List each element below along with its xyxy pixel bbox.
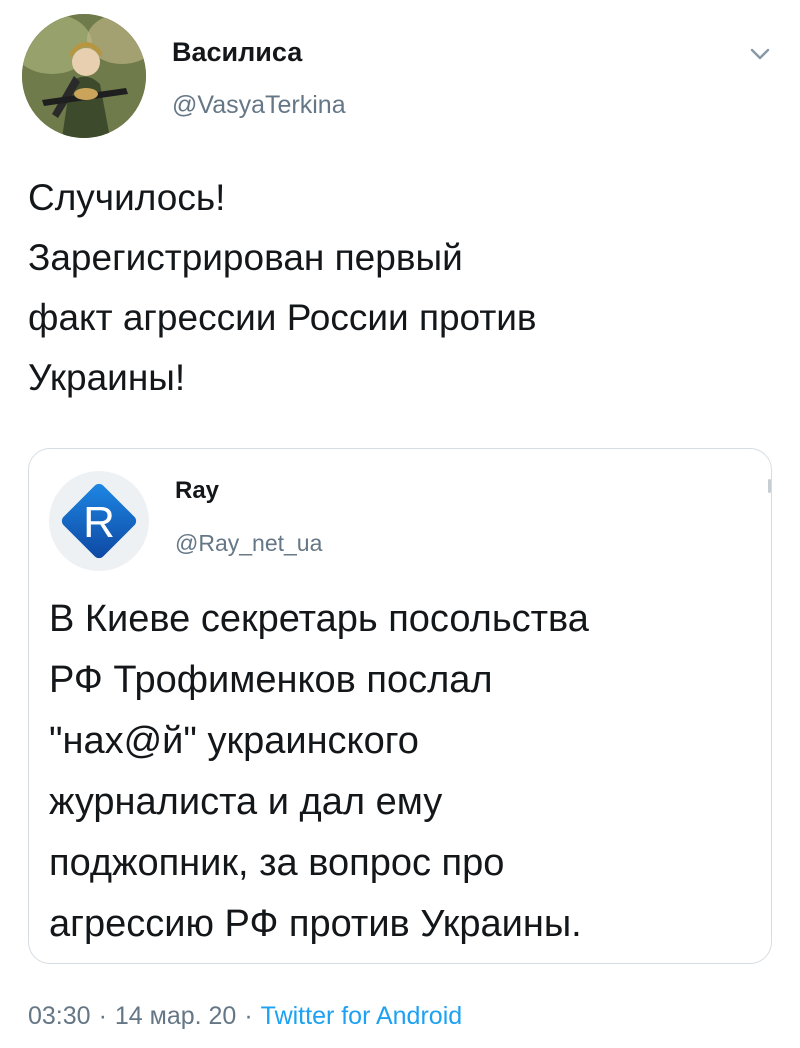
avatar-image <box>22 14 146 138</box>
meta-separator: · <box>98 1002 107 1030</box>
svg-text:R: R <box>83 498 115 547</box>
ray-logo-icon: R <box>49 471 149 571</box>
tweet-text-line: Украины! <box>28 357 186 398</box>
quoted-tweet[interactable]: R Ray @Ray_net_ua В Киеве секретарь посо… <box>28 448 772 964</box>
quoted-text-line: В Киеве секретарь посольства <box>49 598 589 640</box>
quoted-text-line: агрессию РФ против Украины. <box>49 903 582 945</box>
meta-separator: · <box>244 1002 253 1030</box>
author-name[interactable]: Василиса <box>172 36 346 68</box>
quoted-author-block[interactable]: Ray @Ray_net_ua <box>175 477 322 557</box>
quoted-text-line: журналиста и дал ему <box>49 781 443 823</box>
quoted-text-line: поджопник, за вопрос про <box>49 842 505 884</box>
tweet-date[interactable]: 14 мар. 20 <box>115 1002 236 1030</box>
quote-scroll-indicator <box>768 479 771 493</box>
tweet-source-link[interactable]: Twitter for Android <box>261 1002 462 1030</box>
quoted-text-line: "нах@й" украинского <box>49 720 419 762</box>
tweet-meta: 03:30 · 14 мар. 20 · Twitter for Android <box>28 1000 462 1032</box>
author-handle[interactable]: @VasyaTerkina <box>172 90 346 120</box>
author-block[interactable]: Василиса @VasyaTerkina <box>172 36 346 120</box>
tweet-text-line: Зарегистрирован первый <box>28 237 463 278</box>
tweet-text: Случилось! Зарегистрирован первый факт а… <box>28 168 768 408</box>
quoted-tweet-text: В Киеве секретарь посольства РФ Трофимен… <box>49 589 759 955</box>
tweet-card: Василиса @VasyaTerkina Случилось! Зареги… <box>0 0 800 1048</box>
tweet-time[interactable]: 03:30 <box>28 1002 91 1030</box>
quoted-author-avatar[interactable]: R <box>49 471 149 571</box>
quoted-author-name[interactable]: Ray <box>175 477 322 505</box>
chevron-down-icon[interactable] <box>746 40 774 68</box>
tweet-text-line: факт агрессии России против <box>28 297 537 338</box>
tweet-text-line: Случилось! <box>28 177 226 218</box>
author-avatar[interactable] <box>22 14 146 138</box>
quoted-text-line: РФ Трофименков послал <box>49 659 493 701</box>
quoted-author-handle[interactable]: @Ray_net_ua <box>175 529 322 557</box>
